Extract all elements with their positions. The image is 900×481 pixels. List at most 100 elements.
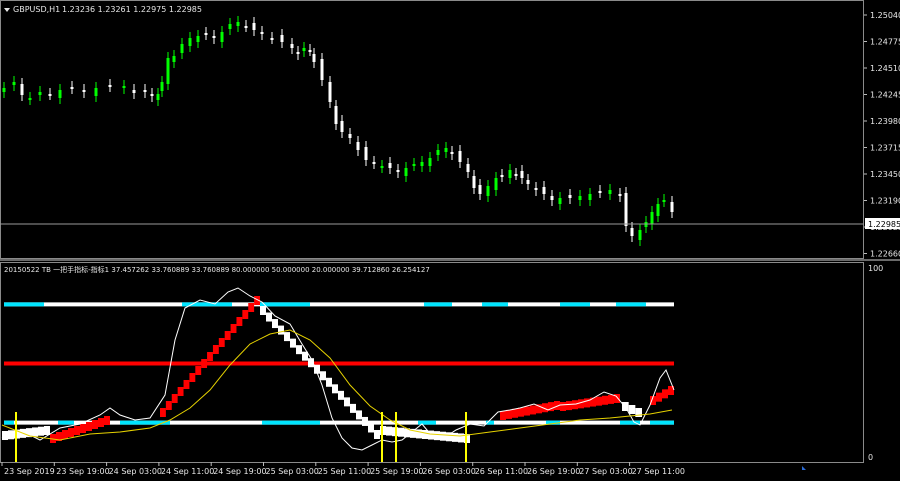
indicator-bar [86,422,92,431]
candle-body [48,94,52,96]
candle-body [172,56,176,62]
price-tick-label: 1.22660 [870,250,900,259]
time-tick-label: 26 Sep 11:00 [475,467,528,476]
indicator-bar [44,426,50,435]
indicator-bar [98,418,104,427]
indicator-bar [230,324,237,333]
candle-body [122,86,126,88]
indicator-bar [608,394,614,404]
candle-body [204,33,208,35]
candle-body [514,174,518,176]
dropdown-arrow-icon[interactable] [4,8,10,12]
signal-markers [15,412,467,462]
indicator-bar [500,411,506,420]
candle-body [534,188,538,190]
time-tick-label: 23 Sep 2019 [4,467,55,476]
candle-body [82,90,86,92]
indicator-bar [38,426,44,436]
indicator-bar [422,430,428,439]
indicator-bar [506,409,512,419]
candle-body [436,150,440,155]
candle-body [160,82,164,91]
symbol-label: GBPUSD,H1 [13,5,60,14]
time-tick-label: 25 Sep 03:00 [266,467,319,476]
candle-body [356,142,360,150]
indicator-bar [248,303,255,312]
candle-body [94,88,98,96]
time-tick-label: 25 Sep 11:00 [318,467,371,476]
price-tick-label: 1.23450 [870,170,900,179]
indicator-bar [326,377,332,387]
indicator-bar [183,380,190,389]
time-tick-label: 24 Sep 03:00 [109,467,162,476]
indicator-bar [512,408,518,418]
indicator-bar [195,366,202,375]
price-tick-label: 1.24245 [870,91,900,100]
candle-body [364,147,368,160]
candle-body [486,186,490,196]
candle-body [212,36,216,38]
indicator-bar [284,332,290,342]
candle-body [296,52,300,54]
candle-body [270,38,274,40]
candle-body [598,191,602,193]
candle-body [478,185,482,194]
indicator-axis-bottom: 0 [868,453,873,462]
candle-body [550,196,554,200]
candle-body [508,170,512,178]
candle-body [608,190,612,194]
indicator-bar [320,371,326,381]
candle-body [624,193,628,226]
candle-body [558,198,562,204]
time-tick-label: 24 Sep 19:00 [213,467,266,476]
indicator-bar [368,423,374,433]
indicator-bar [416,429,422,439]
candle-body [132,90,136,93]
indicator-bar [242,310,249,319]
indicator-bar [189,373,196,382]
price-tick-label: 1.23190 [870,197,900,206]
indicator-bar [524,406,530,416]
candle-body [458,151,462,162]
indicator-bar [596,396,602,406]
indicator-bar [560,402,566,411]
indicator-bar [62,430,68,439]
candle-body [494,178,498,190]
price-tick-label: 1.25040 [870,11,900,20]
indicator-bar [296,345,302,355]
indicator-bar [218,338,225,347]
indicator-label: 20150522 TB 一把手指标-指标1 37.457262 33.76088… [4,265,430,274]
trading-chart[interactable]: GBPUSD,H1 1.23236 1.23261 1.22975 1.2298… [0,0,900,481]
time-tick-label: 25 Sep 19:00 [370,467,423,476]
indicator-bar [440,431,446,441]
indicator-bar [236,317,243,326]
candle-body [372,162,376,164]
candle-body [650,212,654,224]
indicator-bar [602,395,608,405]
candle-body [20,84,24,95]
candle-body [290,44,294,48]
candle-body [588,194,592,200]
candle-body [280,35,284,42]
indicator-bar [350,403,356,413]
candle-body [28,98,32,100]
price-tick-label: 1.24510 [870,64,900,73]
shift-marker-icon[interactable] [802,466,806,470]
indicator-bar [332,384,338,394]
candle-body [670,202,674,212]
candle-body [444,148,448,152]
candle-body [500,175,504,177]
candle-body [520,171,524,178]
indicator-bar [171,394,178,403]
indicator-bar [74,426,80,435]
candle-body [188,38,192,46]
indicator-bar [452,432,458,442]
indicator-bar [212,345,219,354]
candle-body [412,164,416,166]
time-axis[interactable]: 23 Sep 2019 23 Sep 19:0024 Sep 03:0024 Se… [1,462,685,476]
indicator-bar [92,420,98,429]
indicator-bar [572,400,578,410]
candle-body [388,163,392,168]
candle-body [2,88,6,92]
candle-body [618,194,622,196]
